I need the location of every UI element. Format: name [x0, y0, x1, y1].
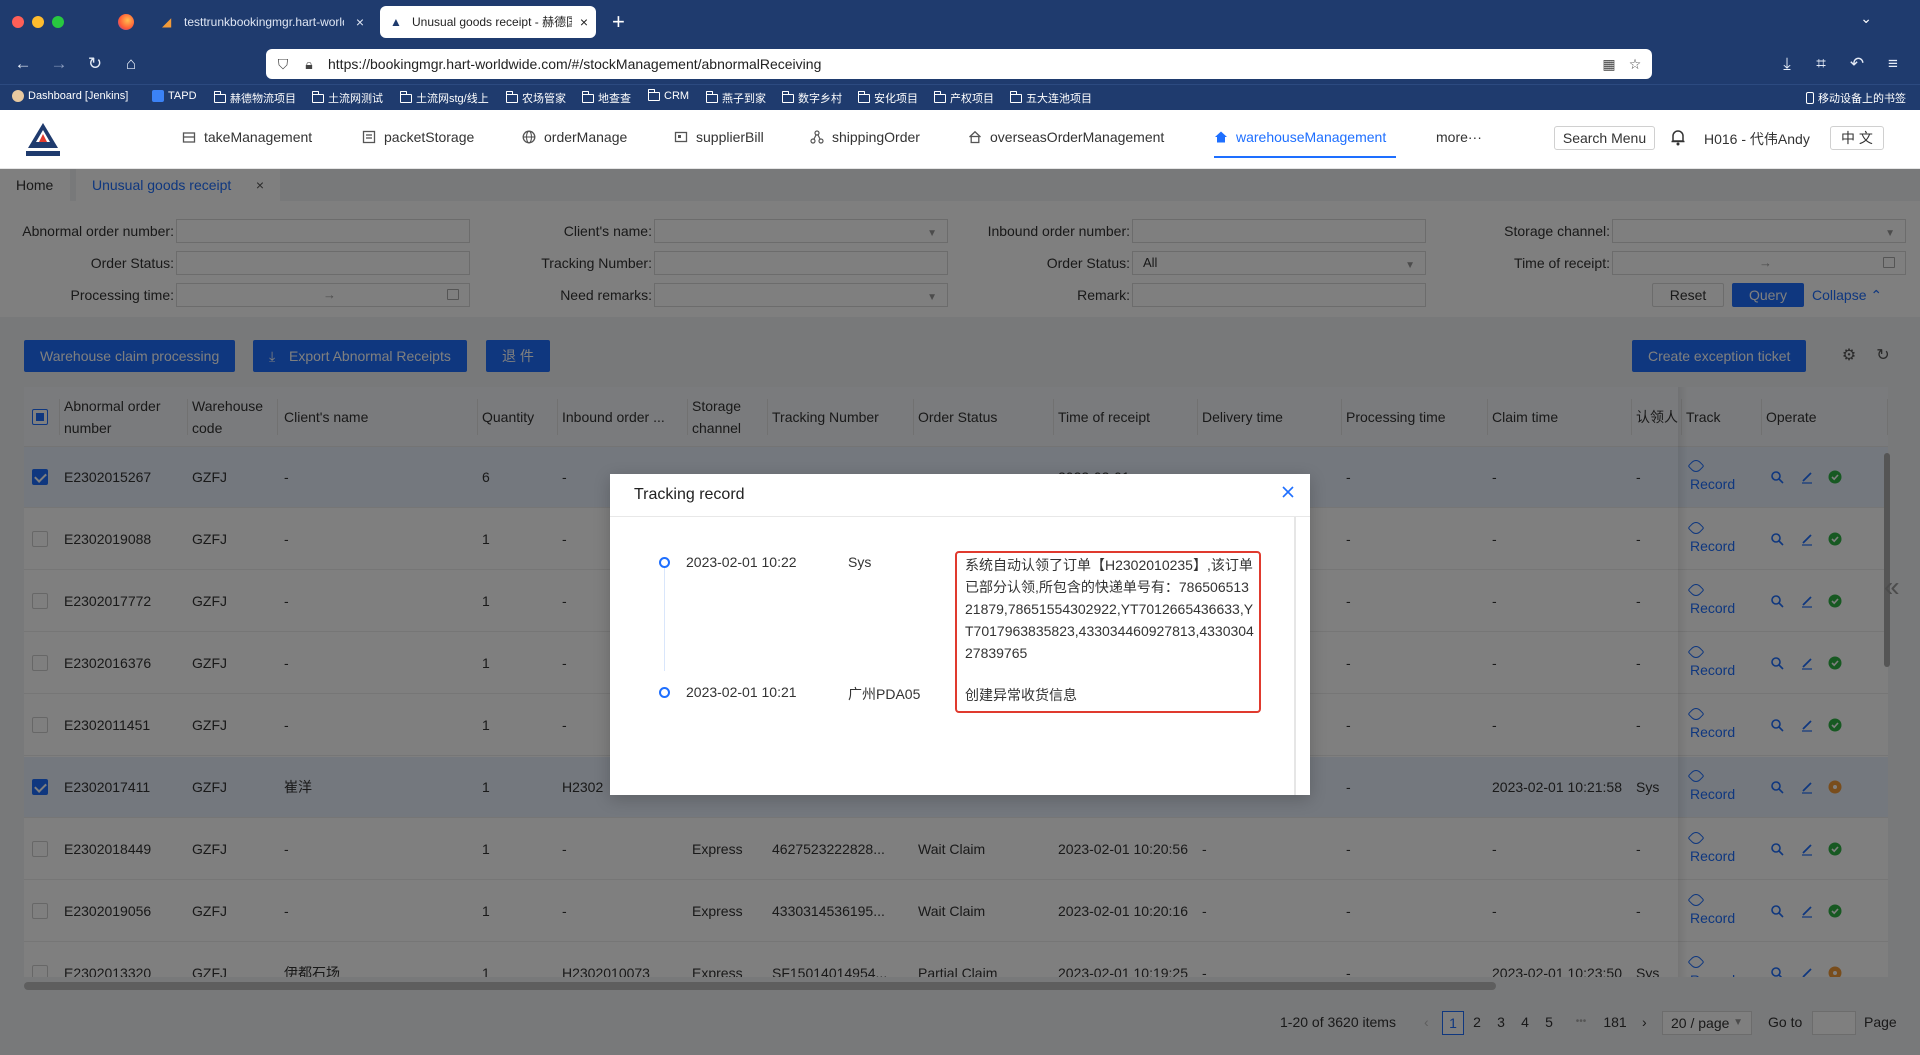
language-switch[interactable]: 中 文 — [1830, 126, 1884, 150]
menu-packet-storage[interactable]: packetStorage — [362, 129, 474, 145]
house-icon — [1215, 131, 1227, 143]
bookmark-folder[interactable]: CRM — [648, 88, 689, 102]
crop-icon[interactable]: ⌗ — [1808, 51, 1834, 77]
menu-supplier-bill[interactable]: supplierBill — [674, 129, 764, 145]
folder-icon — [1010, 90, 1022, 103]
timeline-dot — [659, 557, 670, 568]
record-operator: 广州PDA05 — [848, 686, 921, 702]
globe-icon — [522, 130, 536, 144]
folder-icon — [400, 90, 412, 103]
bell-icon[interactable] — [1670, 128, 1686, 146]
record-time: 2023-02-01 10:21 — [686, 684, 797, 700]
download-icon[interactable]: ⤓ — [1774, 51, 1800, 77]
bookmark-jenkins[interactable]: Dashboard [Jenkins] — [12, 90, 128, 102]
back-button[interactable]: ← — [10, 51, 36, 77]
close-icon[interactable] — [1278, 482, 1298, 502]
modal-title: Tracking record — [634, 486, 745, 503]
tapd-icon — [152, 90, 164, 102]
bookmark-folder[interactable]: 土流网stg/线上 — [400, 90, 489, 106]
bookmark-folder[interactable]: 五大连池项目 — [1010, 90, 1092, 106]
hart-logo[interactable] — [22, 120, 64, 160]
tab-title: testtrunkbookingmgr.hart-worldwide.com/#… — [184, 15, 344, 29]
home-button[interactable]: ⌂ — [118, 51, 144, 77]
folder-icon — [782, 90, 794, 103]
bookmark-mobile[interactable]: 移动设备上的书签 — [1806, 90, 1906, 106]
browser-tab-bar: ◢ testtrunkbookingmgr.hart-worldwide.com… — [0, 0, 1920, 44]
bookmark-tapd[interactable]: TAPD — [152, 90, 197, 102]
bookmark-folder[interactable]: 产权项目 — [934, 90, 994, 106]
tracking-record-modal: Tracking record 2023-02-01 10:22 Sys 202… — [610, 474, 1310, 795]
folder-icon — [706, 90, 718, 103]
menu-shipping-order[interactable]: shippingOrder — [810, 129, 920, 145]
close-window-button[interactable] — [12, 16, 24, 28]
modal-body: 2023-02-01 10:22 Sys 2023-02-01 10:21 广州… — [610, 517, 1296, 795]
bookmark-folder[interactable]: 地查查 — [582, 90, 631, 106]
url-text[interactable]: https://bookingmgr.hart-worldwide.com/#/… — [328, 56, 821, 72]
network-icon — [810, 130, 824, 144]
maximize-window-button[interactable] — [52, 16, 64, 28]
minimize-window-button[interactable] — [32, 16, 44, 28]
bookmark-folder[interactable]: 数字乡村 — [782, 90, 842, 106]
menu-overseas-order-management[interactable]: overseasOrderManagement — [968, 129, 1164, 145]
new-tab-button[interactable]: + — [612, 8, 625, 36]
menu-warehouse-management[interactable]: warehouseManagement — [1214, 129, 1386, 145]
folder-icon — [648, 88, 660, 101]
forward-button[interactable]: → — [46, 51, 72, 77]
home-icon — [969, 130, 981, 144]
modal-scrollbar[interactable] — [1294, 517, 1296, 795]
menu-icon[interactable]: ≡ — [1880, 51, 1906, 77]
folder-icon — [214, 90, 226, 103]
menu-order-manage[interactable]: orderManage — [522, 129, 627, 145]
bookmark-folder[interactable]: 赫德物流项目 — [214, 90, 296, 106]
close-icon[interactable]: × — [580, 6, 588, 38]
close-icon[interactable]: × — [356, 6, 364, 38]
url-bar[interactable]: ⛉ 🔒︎ https://bookingmgr.hart-worldwide.c… — [266, 49, 1652, 79]
browser-nav-bar: ← → ↻ ⌂ ⛉ 🔒︎ https://bookingmgr.hart-wor… — [0, 44, 1920, 84]
bill-icon — [674, 131, 688, 143]
box-icon — [182, 132, 196, 143]
bookmark-folder[interactable]: 农场管家 — [506, 90, 566, 106]
record-content: 系统自动认领了订单【H2302010235】,该订单已部分认领,所包含的快递单号… — [965, 557, 1254, 661]
active-menu-indicator — [1214, 156, 1396, 158]
folder-icon — [506, 90, 518, 103]
browser-tab-testtrunk[interactable]: ◢ testtrunkbookingmgr.hart-worldwide.com… — [152, 6, 372, 38]
folder-icon — [582, 90, 594, 103]
bookmark-folder[interactable]: 安化项目 — [858, 90, 918, 106]
record-content: 创建异常收货信息 — [965, 687, 1077, 703]
bookmarks-bar: Dashboard [Jenkins] TAPD 赫德物流项目 土流网测试 土流… — [0, 84, 1920, 110]
record-operator: Sys — [848, 554, 872, 570]
lock-icon[interactable]: 🔒︎ — [300, 55, 318, 73]
menu-take-management[interactable]: takeManagement — [182, 129, 312, 145]
search-menu-button[interactable]: Search Menu — [1554, 126, 1655, 150]
folder-icon — [312, 90, 324, 103]
mobile-icon — [1806, 92, 1814, 104]
undo-icon[interactable]: ↶ — [1844, 51, 1870, 77]
qr-code-icon[interactable]: ▦ — [1600, 55, 1618, 73]
menu-more[interactable]: more··· — [1436, 129, 1482, 145]
package-icon — [362, 130, 376, 144]
firefox-icon[interactable] — [118, 14, 134, 30]
bookmark-folder[interactable]: 燕子到家 — [706, 90, 766, 106]
app-header: takeManagement packetStorage orderManage… — [0, 110, 1920, 169]
record-time: 2023-02-01 10:22 — [686, 554, 797, 570]
user-name[interactable]: H016 - 代伟Andy — [1704, 129, 1810, 149]
browser-tab-unusual-goods[interactable]: ▲ Unusual goods receipt - 赫德国际 × — [380, 6, 596, 38]
logo-icon: ◢ — [162, 15, 172, 29]
reload-button[interactable]: ↻ — [82, 51, 108, 77]
chevron-down-icon[interactable]: ⌄ — [1860, 10, 1872, 27]
timeline-dot — [659, 687, 670, 698]
logo-icon: ▲ — [390, 15, 402, 29]
bookmark-folder[interactable]: 土流网测试 — [312, 90, 383, 106]
jenkins-icon — [12, 90, 24, 102]
folder-icon — [858, 90, 870, 103]
timeline-line — [664, 567, 665, 671]
folder-icon — [934, 90, 946, 103]
shield-icon[interactable]: ⛉ — [274, 55, 292, 73]
star-icon[interactable]: ☆ — [1626, 55, 1644, 73]
tab-title: Unusual goods receipt - 赫德国际 — [412, 15, 572, 29]
